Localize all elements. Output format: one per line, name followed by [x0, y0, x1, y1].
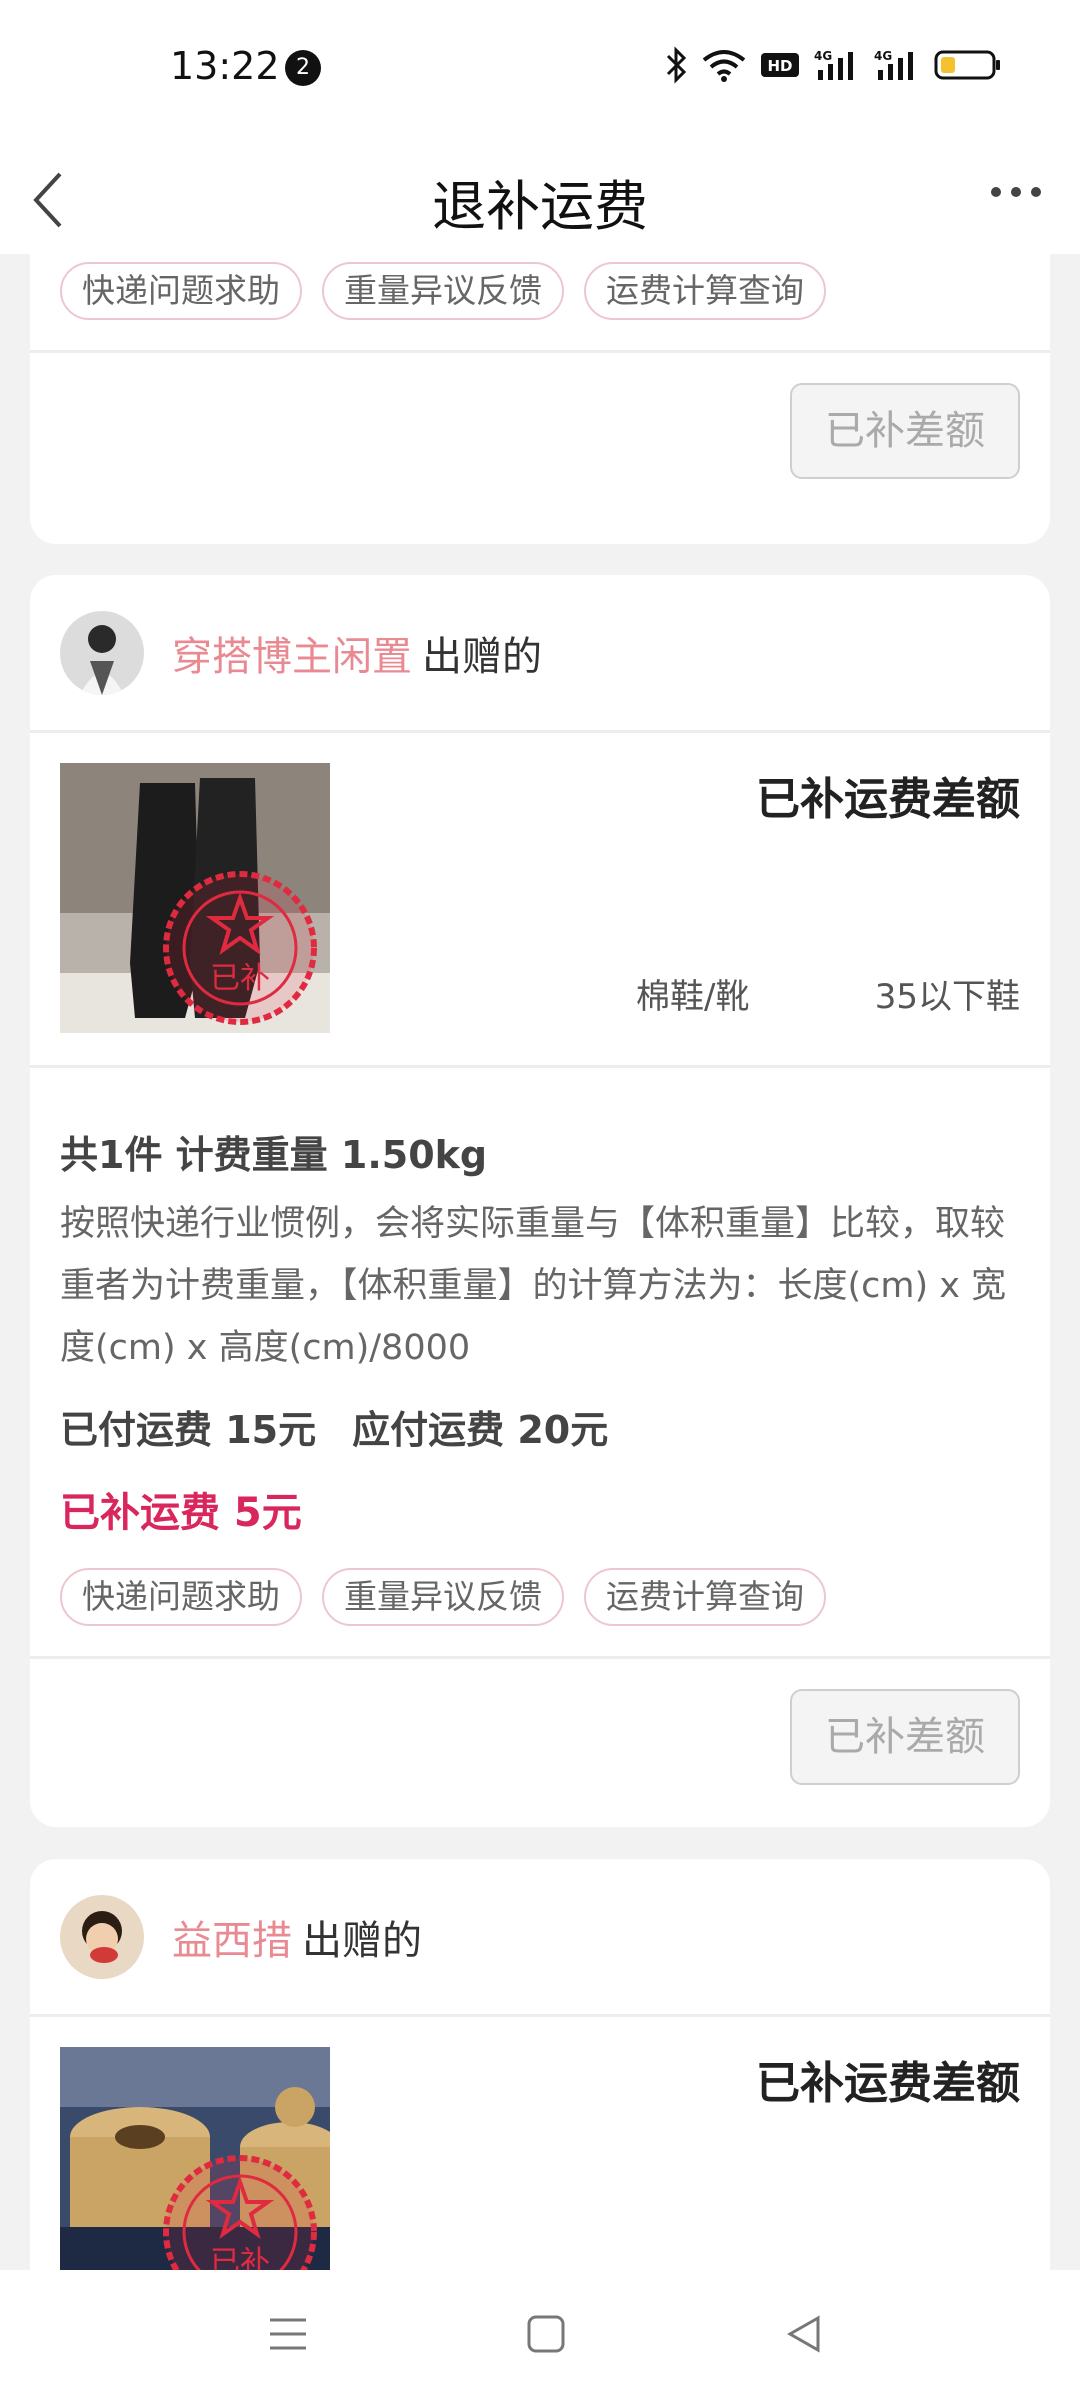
- freight-query-tag[interactable]: 运费计算查询: [584, 1568, 826, 1626]
- bluetooth-icon: [666, 46, 687, 84]
- signal-4g-icon: 4G: [874, 49, 913, 80]
- system-nav-bar: [0, 2270, 1080, 2400]
- hd-icon: HD: [761, 53, 799, 77]
- notification-badge: 2: [285, 50, 321, 86]
- weight-line: 共1件 计费重量 1.50kg: [60, 1133, 488, 1177]
- stamp-text: 已补: [210, 2245, 270, 2270]
- freight-query-tag[interactable]: 运费计算查询: [584, 262, 826, 320]
- product-image: 已补: [60, 763, 330, 1033]
- status-time: 13:22: [170, 44, 280, 88]
- order-list[interactable]: 快递问题求助 重量异议反馈 运费计算查询 已补差额 穿搭博主闲置 出赠的 已补 …: [0, 254, 1080, 2270]
- freight-card: 穿搭博主闲置 出赠的 已补 已补运费差额 棉鞋/靴 35以下鞋 共1件 计费重量…: [30, 575, 1050, 1827]
- seller-row[interactable]: 穿搭博主闲置 出赠的: [30, 575, 1050, 730]
- supplemented-fee: 已补运费 5元: [60, 1490, 302, 1536]
- home-icon[interactable]: [526, 2314, 566, 2354]
- svg-text:HD: HD: [767, 57, 792, 75]
- freight-card: 益西措 出赠的 已补 已补运费差额: [30, 1859, 1050, 2270]
- tag-row: 快递问题求助 重量异议反馈 运费计算查询: [30, 1568, 1050, 1626]
- weight-dispute-tag[interactable]: 重量异议反馈: [322, 262, 564, 320]
- weight-dispute-tag[interactable]: 重量异议反馈: [322, 1568, 564, 1626]
- seller-name[interactable]: 益西措: [172, 1908, 292, 1966]
- svg-text:4G: 4G: [874, 49, 892, 63]
- status-icons: HD 4G 4G: [664, 46, 1002, 84]
- fee-line: 已付运费 15元 应付运费 20元: [60, 1399, 1020, 1454]
- status-title: 已补运费差额: [756, 774, 1020, 825]
- product-image: 已补: [60, 2047, 330, 2270]
- stamp-text: 已补: [210, 961, 270, 996]
- paid-fee: 已付运费 15元: [60, 1408, 317, 1452]
- due-fee: 应付运费 20元: [352, 1408, 609, 1452]
- seller-name[interactable]: 穿搭博主闲置: [172, 624, 412, 682]
- nav-bar: 退补运费: [0, 140, 1080, 254]
- product-size: 35以下鞋: [874, 977, 1020, 1017]
- weight-description: 按照快递行业惯例，会将实际重量与【体积重量】比较，取较重者为计费重量，【体积重量…: [60, 1204, 1007, 1368]
- product-row[interactable]: 已补 已补运费差额 棉鞋/靴 35以下鞋: [30, 733, 1050, 1065]
- avatar: [60, 610, 144, 695]
- battery-icon: [934, 50, 1000, 80]
- seller-row[interactable]: 益西措 出赠的: [30, 1859, 1050, 2014]
- menu-icon[interactable]: [268, 2314, 308, 2354]
- supplemented-button[interactable]: 已补差额: [790, 383, 1020, 479]
- express-help-tag[interactable]: 快递问题求助: [60, 1568, 302, 1626]
- card-footer: 已补差额: [30, 1659, 1050, 1815]
- product-category: 棉鞋/靴: [636, 977, 750, 1017]
- avatar: [60, 1894, 144, 1979]
- seller-suffix: 出赠的: [422, 633, 542, 680]
- supplemented-button[interactable]: 已补差额: [790, 1689, 1020, 1785]
- signal-4g-icon: 4G: [814, 49, 853, 80]
- back-triangle-icon[interactable]: [784, 2314, 824, 2354]
- stamp-icon: 已补: [163, 2155, 317, 2270]
- status-title: 已补运费差额: [756, 2058, 1020, 2109]
- freight-info: 共1件 计费重量 1.50kg 按照快递行业惯例，会将实际重量与【体积重量】比较…: [30, 1068, 1050, 1538]
- status-bar: 13:22 2 HD 4G 4G: [0, 0, 1080, 140]
- page-title: 退补运费: [432, 175, 648, 238]
- tag-row: 快递问题求助 重量异议反馈 运费计算查询: [30, 262, 1050, 320]
- stamp-icon: 已补: [163, 871, 317, 1025]
- more-icon[interactable]: [988, 180, 1044, 204]
- svg-text:4G: 4G: [814, 49, 832, 63]
- wifi-icon: [702, 50, 746, 82]
- seller-suffix: 出赠的: [302, 1917, 422, 1964]
- express-help-tag[interactable]: 快递问题求助: [60, 262, 302, 320]
- product-row[interactable]: 已补 已补运费差额: [30, 2017, 1050, 2270]
- freight-card: 快递问题求助 重量异议反馈 运费计算查询 已补差额: [30, 254, 1050, 544]
- card-footer: 已补差额: [30, 353, 1050, 509]
